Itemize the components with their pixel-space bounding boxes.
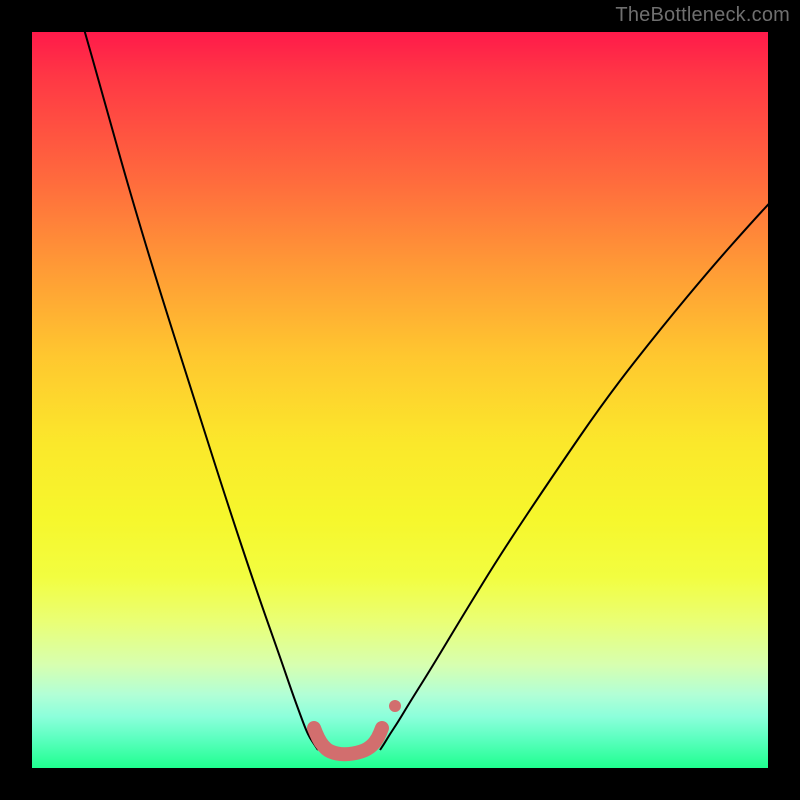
bottom-marker-segment <box>314 728 382 754</box>
watermark-text: TheBottleneck.com <box>615 4 790 27</box>
right-ascending-curve <box>380 195 768 750</box>
chart-svg <box>32 32 768 768</box>
chart-frame <box>32 32 768 768</box>
marker-dot-right <box>389 700 401 712</box>
left-descending-curve <box>82 32 318 750</box>
